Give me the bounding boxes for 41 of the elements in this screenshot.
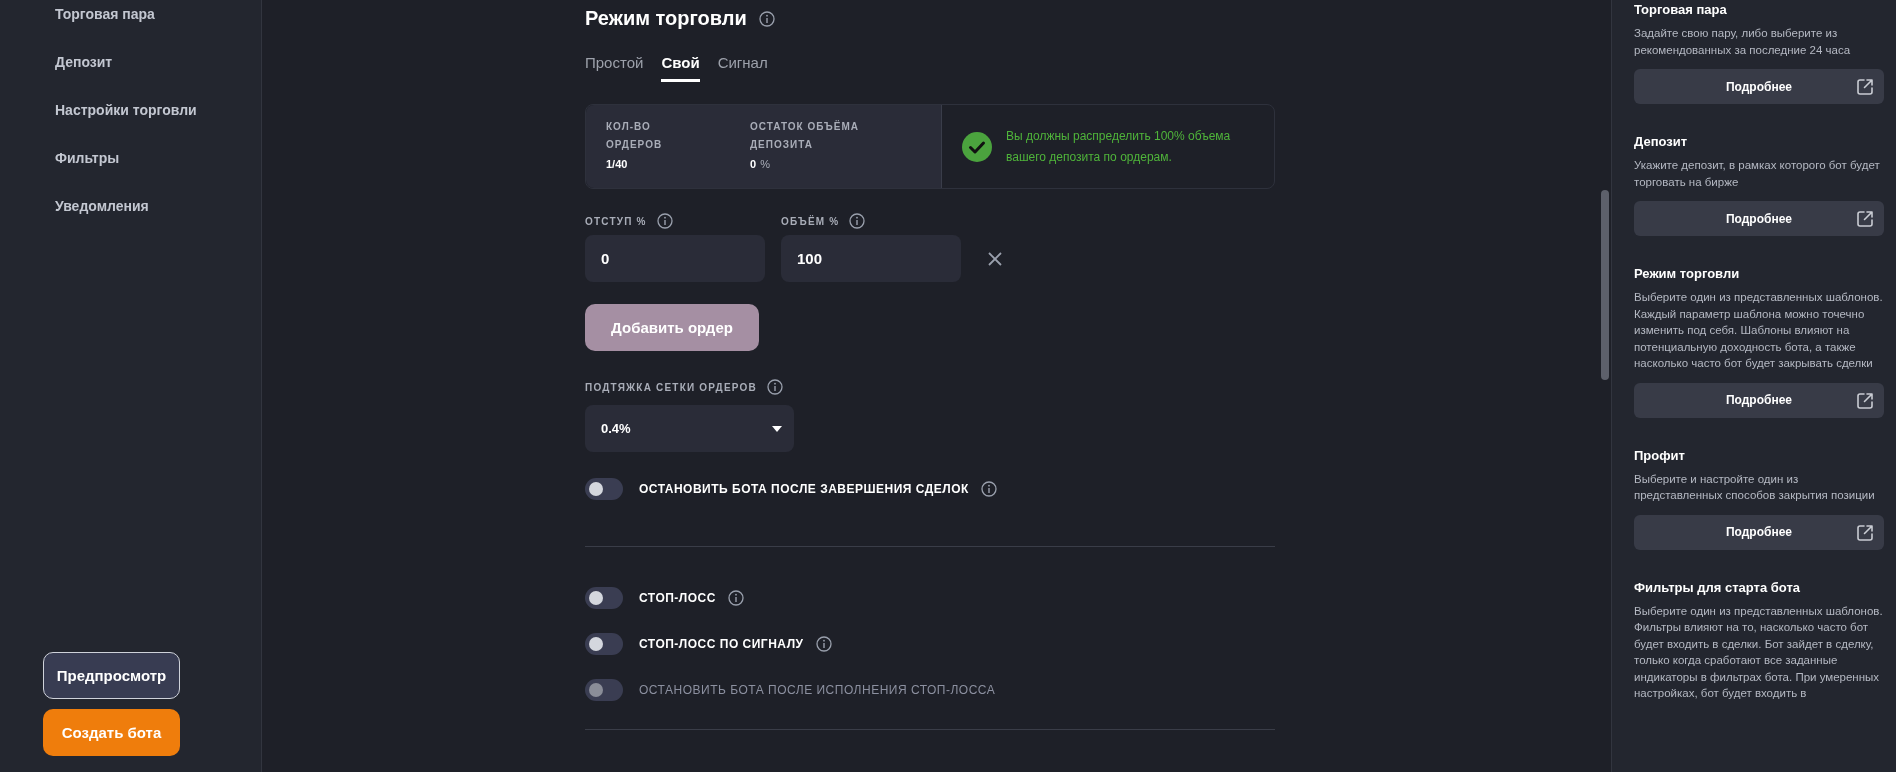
preview-button[interactable]: Предпросмотр bbox=[43, 652, 180, 699]
field-label: ПОДТЯЖКА СЕТКИ ОРДЕРОВ bbox=[585, 381, 757, 393]
more-button[interactable]: Подробнее bbox=[1634, 69, 1884, 104]
status-message: Вы должны распределить 100% объема вашего депозита по ордерам. bbox=[1006, 127, 1232, 166]
toggle-label: ОСТАНОВИТЬ БОТА ПОСЛЕ ИСПОЛНЕНИЯ СТОП-ЛОССА bbox=[639, 683, 996, 697]
sidebar-item[interactable]: Уведомления bbox=[55, 197, 149, 215]
help-text: Задайте свою пару, либо выберите из рекомендованных за последние 24 часа bbox=[1634, 26, 1852, 58]
toggle-label: СТОП-ЛОСС bbox=[639, 591, 716, 605]
more-button[interactable]: Подробнее bbox=[1634, 382, 1884, 418]
help-title: Режим торговли bbox=[1634, 266, 1741, 281]
stat-label: КОЛ-ВО ОРДЕРОВ bbox=[606, 120, 664, 152]
help-title: Профит bbox=[1634, 447, 1686, 463]
more-button[interactable]: Подробнее bbox=[1634, 201, 1884, 236]
volume-field[interactable]: 100 bbox=[781, 235, 961, 282]
more-button[interactable]: Подробнее bbox=[1634, 514, 1884, 550]
help-text: Выберите один из представленных шаблонов. Каждый параметр шаблона можно точечно изменить под себя. Шаблоны влияют на потенциальную доходность бота, а также насколько часто бот будет закрывать сделки bbox=[1634, 290, 1884, 371]
help-text: Укажите депозит, в рамках которого бот будет торговать на бирже bbox=[1634, 158, 1881, 190]
stat-value: 0 bbox=[750, 158, 757, 170]
help-text: Выберите и настройте один из представленных способов закрытия позиции bbox=[1634, 471, 1876, 503]
help-title: Торговая пара bbox=[1634, 2, 1728, 17]
mode-tab[interactable]: Сигнал bbox=[717, 54, 768, 82]
sidebar-item[interactable]: Настройки торговли bbox=[55, 101, 197, 119]
stat-label: ОСТАТОК ОБЪЁМА ДЕПОЗИТА bbox=[750, 119, 860, 152]
toggle-label: ОСТАНОВИТЬ БОТА ПОСЛЕ ЗАВЕРШЕНИЯ СДЕЛОК bbox=[639, 482, 969, 496]
stat-value: 1/40 bbox=[606, 158, 628, 170]
field-label: ОТСТУП % bbox=[585, 215, 647, 227]
sidebar-item[interactable]: Фильтры bbox=[55, 149, 120, 167]
mode-tab[interactable]: Простой bbox=[585, 54, 644, 82]
help-title: Фильтры для старта бота bbox=[1634, 579, 1801, 595]
sidebar-item[interactable]: Торговая пара bbox=[55, 5, 155, 23]
toggle-label: СТОП-ЛОСС ПО СИГНАЛУ bbox=[639, 637, 804, 651]
offset-field[interactable]: 0 bbox=[585, 235, 765, 282]
stat-unit: % bbox=[760, 158, 770, 170]
grid-select[interactable]: 0.4% bbox=[585, 405, 794, 452]
select-value: 0.4% bbox=[601, 421, 631, 436]
section-title: Режим торговли bbox=[585, 7, 747, 30]
sidebar-item[interactable]: Депозит bbox=[55, 53, 113, 71]
field-label: ОБЪЁМ % bbox=[781, 215, 840, 227]
help-text: Выберите один из представленных шаблонов. Фильтры влияют на то, насколько часто бот будет входить в сделки. Бот зайдет в сделку, только когда сработают все заданные индикаторы в фильтрах бота. При умеренных настройках, бот будет входить в bbox=[1634, 603, 1884, 701]
help-title: Депозит bbox=[1634, 134, 1689, 149]
mode-tab[interactable]: Свой bbox=[661, 54, 700, 82]
